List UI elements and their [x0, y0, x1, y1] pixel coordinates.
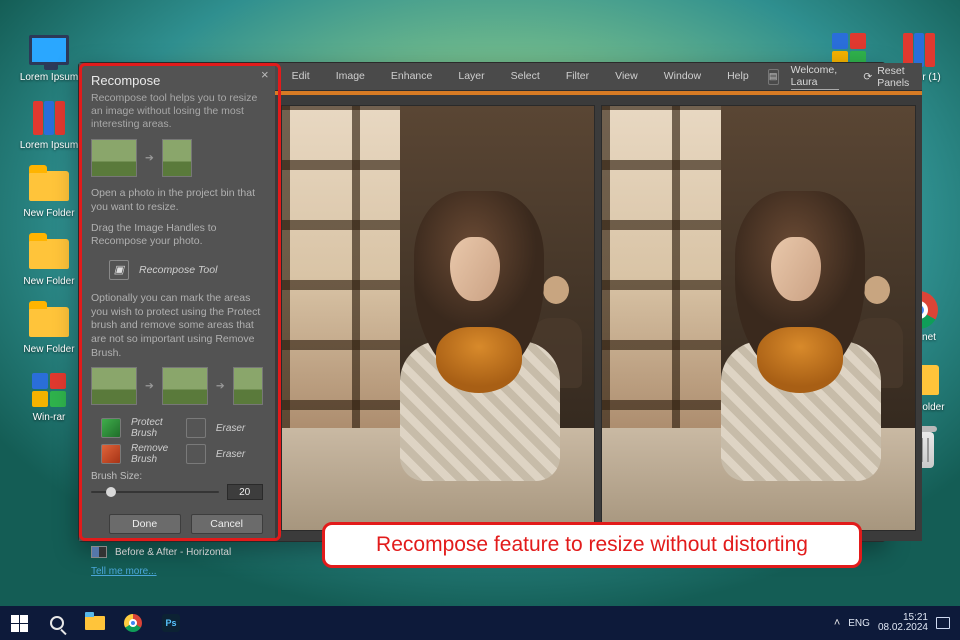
before-after-icon[interactable]	[91, 546, 107, 558]
folder-icon	[29, 307, 69, 337]
refresh-icon: ⟳	[863, 71, 872, 83]
desktop-icon-folder[interactable]: New Folder	[18, 302, 80, 355]
welcome-text[interactable]: Welcome, Laura	[791, 64, 840, 90]
taskbar-date: 08.02.2024	[878, 623, 928, 634]
taskbar-language[interactable]: ENG	[848, 618, 870, 629]
menu-filter[interactable]: Filter	[559, 68, 596, 86]
desktop-icon-label: New Folder	[18, 276, 80, 287]
remove-brush-label: Remove Brush	[131, 443, 178, 465]
desktop-icon-label: New Folder	[18, 208, 80, 219]
desktop-icon-folder[interactable]: New Folder	[18, 234, 80, 287]
after-photo[interactable]	[601, 105, 916, 531]
folder-icon	[29, 239, 69, 269]
menu-layer[interactable]: Layer	[451, 68, 491, 86]
before-after-label: Before & After - Horizontal	[115, 547, 231, 558]
arrow-right-icon: ➔	[145, 380, 154, 392]
done-button[interactable]: Done	[109, 514, 181, 534]
desktop-icon-label: Win-rar	[18, 412, 80, 423]
eraser-label: Eraser	[216, 423, 263, 434]
taskbar-explorer-button[interactable]	[76, 606, 114, 640]
annotation-caption: Recompose feature to resize without dist…	[322, 522, 862, 568]
sample-before-thumb	[91, 139, 137, 177]
chrome-icon	[124, 614, 142, 632]
desktop-icon-label: Lorem Ipsum	[18, 72, 80, 83]
tray-chevron-up-icon[interactable]: ˄	[834, 617, 840, 629]
close-icon[interactable]: ×	[261, 67, 269, 82]
windows-icon	[11, 615, 28, 632]
sample-thumb	[233, 367, 263, 405]
start-button[interactable]	[0, 606, 38, 640]
sample-after-thumb	[162, 139, 192, 177]
brush-size-label: Brush Size:	[91, 471, 263, 482]
reset-panels-button[interactable]: ⟳ Reset Panels	[863, 65, 912, 89]
winrar-icon	[32, 373, 66, 407]
sample-thumb	[91, 367, 137, 405]
menu-image[interactable]: Image	[329, 68, 372, 86]
canvas-area	[275, 95, 922, 541]
desktop-icon-winrar[interactable]: Win-rar	[18, 370, 80, 423]
panel-step-text: Drag the Image Handles to Recompose your…	[91, 222, 263, 249]
photo-editor-window: × Recompose Recompose tool helps you to …	[78, 62, 886, 542]
recompose-tool-label: Recompose Tool	[139, 264, 217, 276]
desktop-icon-label: New Folder	[18, 344, 80, 355]
menu-enhance[interactable]: Enhance	[384, 68, 439, 86]
notifications-icon[interactable]	[936, 617, 950, 629]
folder-icon	[29, 171, 69, 201]
panel-step-text: Open a photo in the project bin that you…	[91, 187, 263, 214]
sample-thumb	[162, 367, 208, 405]
monitor-icon	[29, 35, 69, 65]
protect-brush-label: Protect Brush	[131, 417, 178, 439]
taskbar: Ps ˄ ENG 15:21 08.02.2024	[0, 606, 960, 640]
tell-me-more-link[interactable]: Tell me more...	[91, 566, 157, 577]
menubar: Edit Image Enhance Layer Select Filter V…	[275, 63, 922, 91]
menu-select[interactable]: Select	[504, 68, 547, 86]
binders-icon	[33, 101, 65, 135]
recompose-tool-icon: ▣	[109, 260, 129, 280]
panel-step-text: Optionally you can mark the areas you wi…	[91, 292, 263, 360]
desktop-icon-folder[interactable]: New Folder	[18, 166, 80, 219]
menu-window[interactable]: Window	[657, 68, 708, 86]
binders-icon	[903, 33, 935, 67]
eraser-icon[interactable]	[186, 444, 206, 464]
arrow-right-icon: ➔	[145, 152, 154, 164]
desktop-icon-binders[interactable]: Lorem Ipsum	[18, 98, 80, 151]
remove-brush-icon[interactable]	[101, 444, 121, 464]
recompose-tool-button[interactable]: ▣ Recompose Tool	[91, 256, 263, 284]
search-icon	[50, 616, 64, 630]
panel-title: Recompose	[91, 73, 263, 88]
brush-size-slider[interactable]	[91, 491, 219, 493]
reset-panels-label: Reset Panels	[877, 65, 912, 89]
protect-brush-icon[interactable]	[101, 418, 121, 438]
menu-edit[interactable]: Edit	[285, 68, 317, 86]
arrow-right-icon: ➔	[216, 380, 225, 392]
menu-view[interactable]: View	[608, 68, 645, 86]
before-photo[interactable]	[281, 105, 596, 531]
file-explorer-icon	[85, 616, 105, 630]
taskbar-search-button[interactable]	[38, 606, 76, 640]
recompose-panel: × Recompose Recompose tool helps you to …	[79, 63, 275, 541]
menu-help[interactable]: Help	[720, 68, 756, 86]
taskbar-photoshop-button[interactable]: Ps	[152, 606, 190, 640]
desktop-icon-monitor[interactable]: Lorem Ipsum	[18, 30, 80, 83]
photoshop-icon: Ps	[162, 614, 180, 632]
eraser-icon[interactable]	[186, 418, 206, 438]
taskbar-clock[interactable]: 15:21 08.02.2024	[878, 613, 928, 634]
taskbar-chrome-button[interactable]	[114, 606, 152, 640]
brush-size-value[interactable]: 20	[227, 484, 263, 500]
panel-description: Recompose tool helps you to resize an im…	[91, 92, 263, 131]
cancel-button[interactable]: Cancel	[191, 514, 263, 534]
eraser-label: Eraser	[216, 449, 263, 460]
layout-icon[interactable]: ▤	[768, 69, 779, 85]
desktop-icon-label: Lorem Ipsum	[18, 140, 80, 151]
